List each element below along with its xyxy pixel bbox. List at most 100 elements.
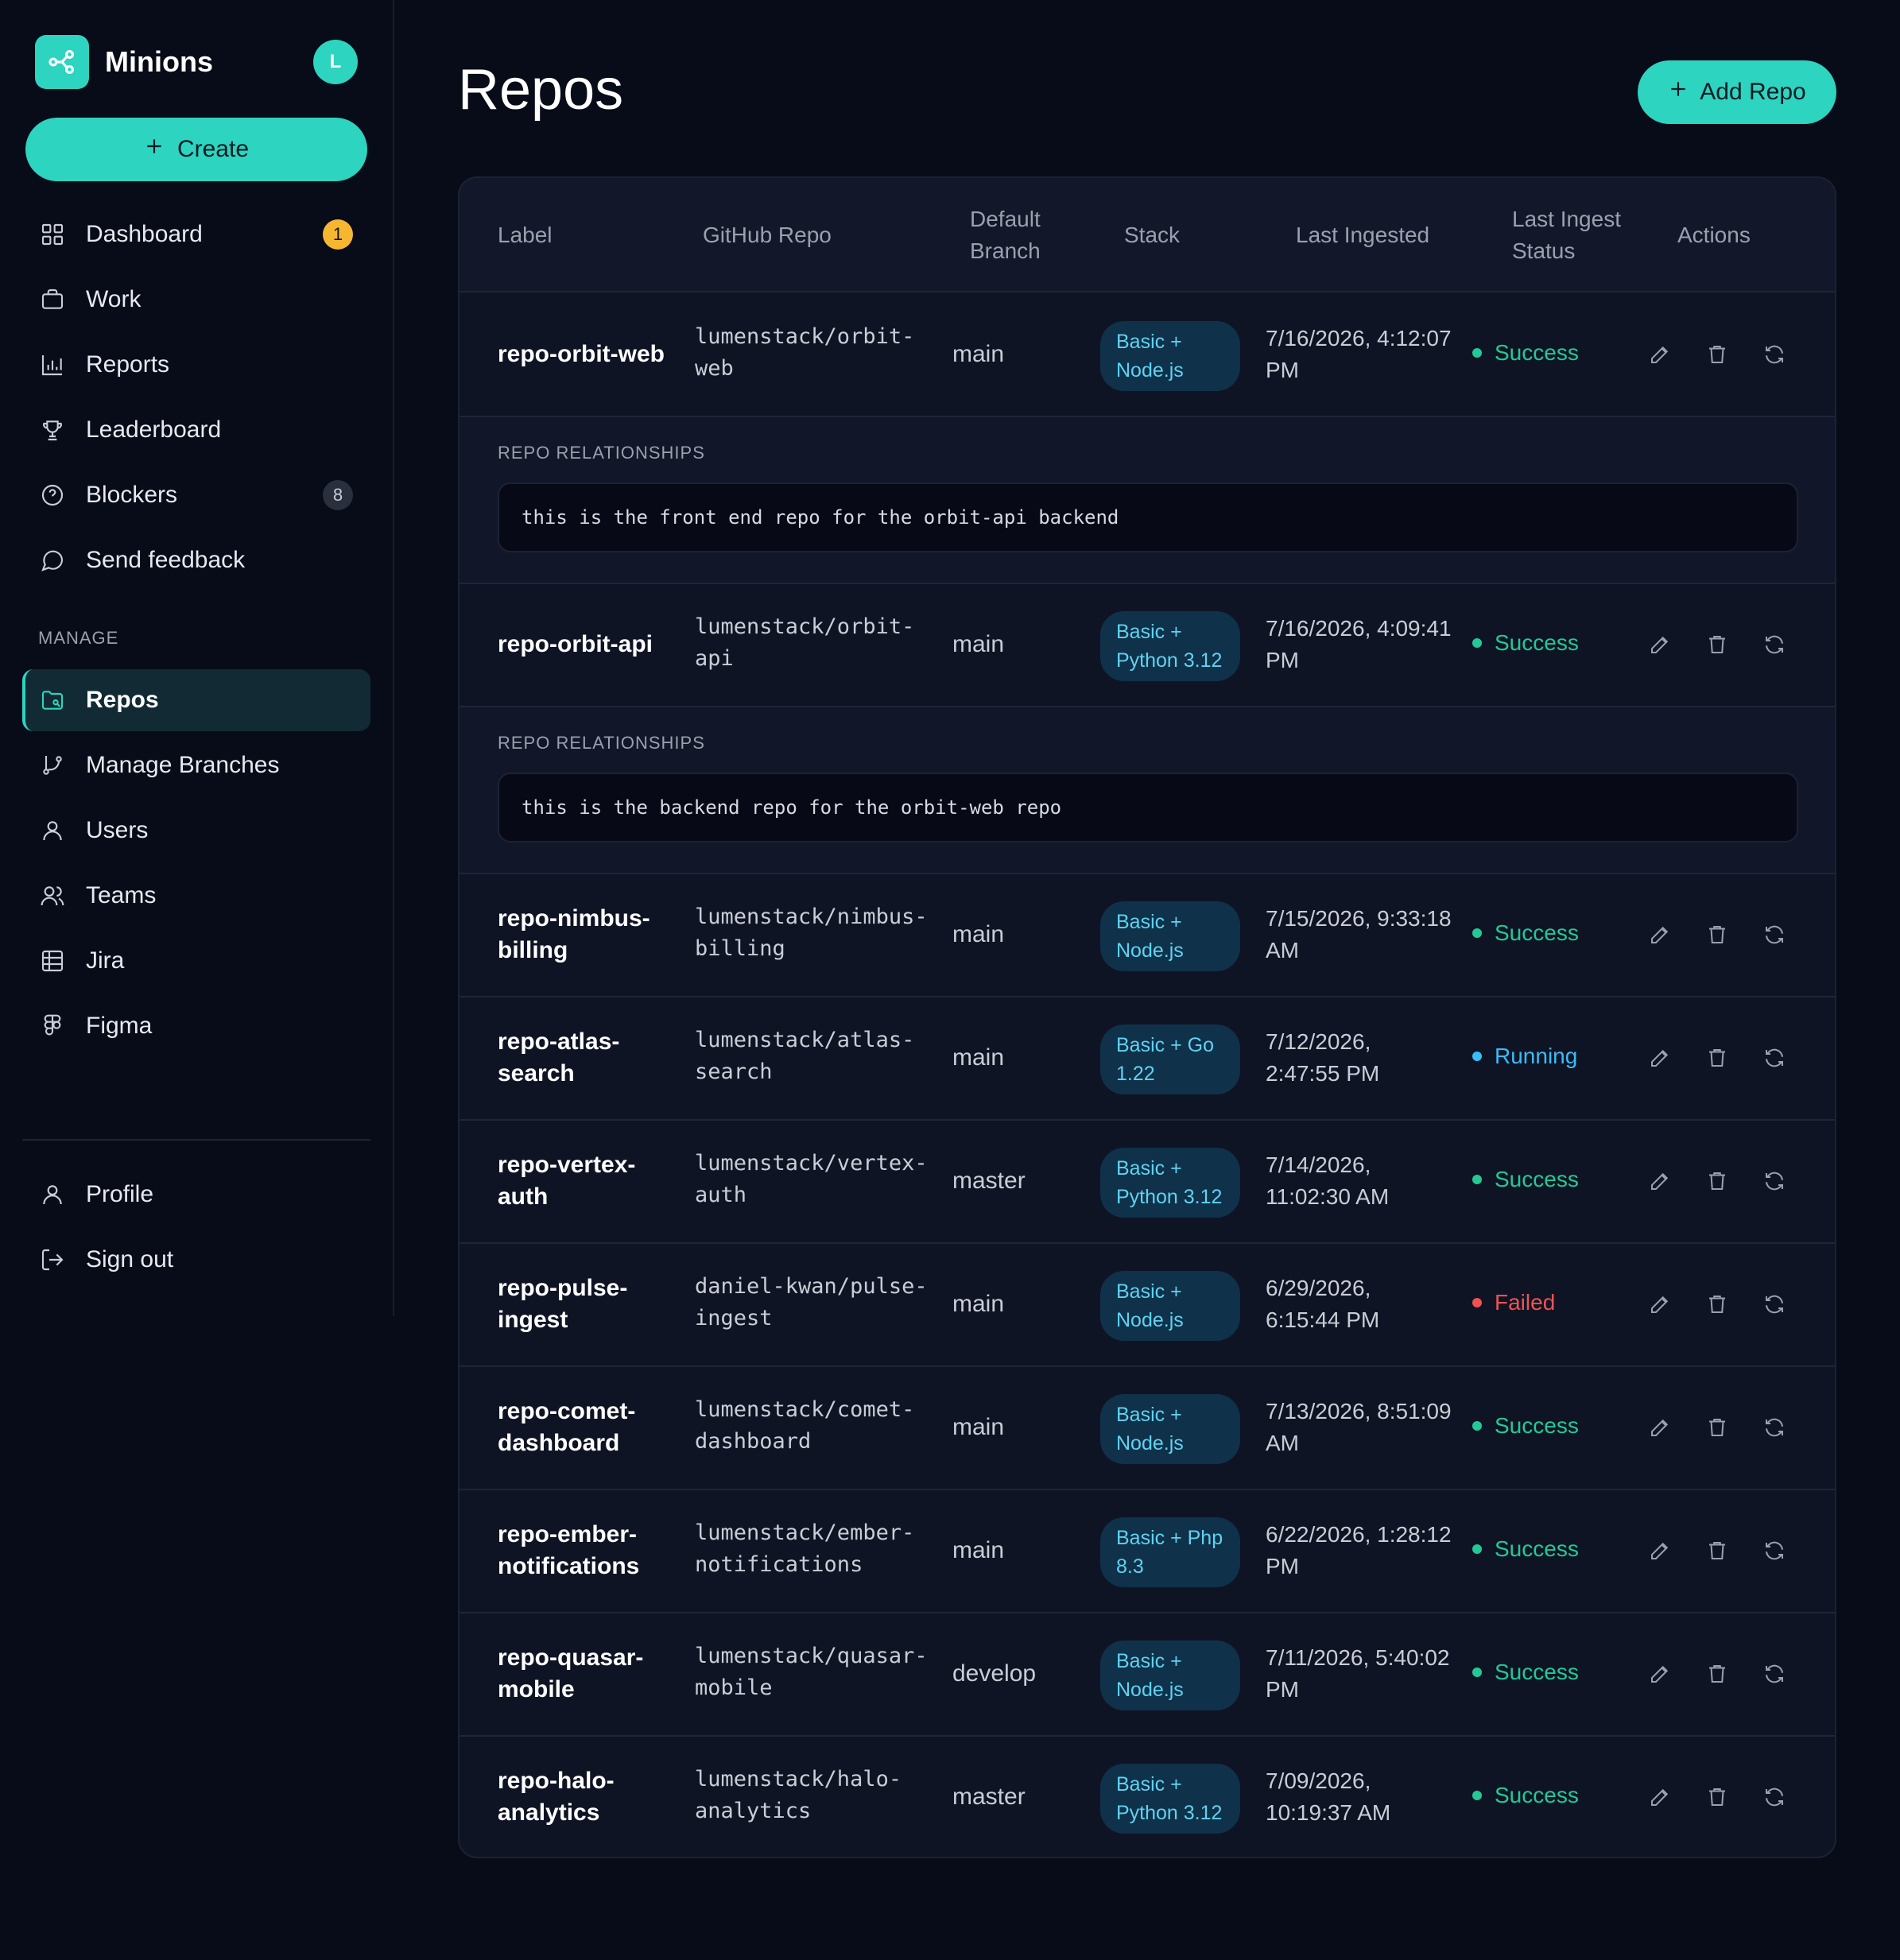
trash-icon[interactable]: [1703, 630, 1731, 659]
github-repo[interactable]: lumenstack/orbit-web: [695, 321, 933, 385]
github-repo[interactable]: lumenstack/halo-analytics: [695, 1764, 933, 1827]
edit-icon[interactable]: [1646, 1044, 1674, 1072]
table-row: repo-nimbus-billing lumenstack/nimbus-bil…: [459, 874, 1835, 997]
repo-label[interactable]: repo-ember-notifications: [498, 1519, 681, 1582]
col-github-repo[interactable]: GitHub Repo: [703, 219, 832, 251]
col-last-ingest-status-1[interactable]: Last Ingest: [1512, 203, 1621, 235]
repo-label[interactable]: repo-vertex-auth: [498, 1149, 681, 1213]
repo-label[interactable]: repo-halo-analytics: [498, 1765, 681, 1829]
edit-icon[interactable]: [1646, 1783, 1674, 1811]
col-stack[interactable]: Stack: [1124, 219, 1180, 251]
brand[interactable]: Minions: [35, 35, 213, 89]
status-text: Success: [1495, 1536, 1579, 1561]
github-repo-line: lumenstack/nimbus-: [695, 904, 928, 929]
nav-teams[interactable]: Teams: [22, 865, 370, 927]
nav-blockers[interactable]: Blockers 8: [22, 464, 370, 526]
refresh-icon[interactable]: [1760, 630, 1789, 659]
status-dot: [1472, 1175, 1482, 1184]
repo-label[interactable]: repo-quasar-mobile: [498, 1642, 681, 1706]
nav-jira[interactable]: Jira: [22, 930, 370, 992]
date-line: PM: [1266, 648, 1299, 672]
repo-label[interactable]: repo-orbit-web: [498, 339, 681, 370]
nav-label: Manage Branches: [86, 752, 280, 778]
create-label: Create: [176, 136, 250, 162]
refresh-icon[interactable]: [1760, 1413, 1789, 1442]
repo-label[interactable]: repo-nimbus-billing: [498, 903, 681, 966]
repo-label[interactable]: repo-comet-dashboard: [498, 1396, 681, 1459]
date-line: 7/14/2026,: [1266, 1152, 1371, 1177]
refresh-icon[interactable]: [1760, 1783, 1789, 1811]
github-repo[interactable]: lumenstack/comet-dashboard: [695, 1394, 933, 1458]
table-row: repo-ember-notifications lumenstack/ember…: [459, 1490, 1835, 1613]
col-last-ingest-status-2[interactable]: Status: [1512, 235, 1575, 267]
stack-pill: Basic + Node.js: [1100, 1394, 1240, 1464]
github-repo[interactable]: lumenstack/atlas-search: [695, 1025, 933, 1088]
relationship-text[interactable]: this is the front end repo for the orbit…: [498, 482, 1798, 552]
trash-icon[interactable]: [1703, 1290, 1731, 1319]
refresh-icon[interactable]: [1760, 340, 1789, 369]
refresh-icon[interactable]: [1760, 1290, 1789, 1319]
nav-label: Repos: [86, 687, 159, 713]
col-default-branch-2[interactable]: Branch: [970, 235, 1041, 267]
github-repo[interactable]: daniel-kwan/pulse-ingest: [695, 1271, 933, 1334]
trash-icon[interactable]: [1703, 1044, 1731, 1072]
repo-label[interactable]: repo-atlas-search: [498, 1026, 681, 1090]
edit-icon[interactable]: [1646, 1413, 1674, 1442]
repo-relationships: REPO RELATIONSHIPS this is the backend re…: [459, 707, 1835, 874]
refresh-icon[interactable]: [1760, 1536, 1789, 1565]
status-badge: Success: [1472, 920, 1579, 946]
avatar[interactable]: L: [313, 40, 358, 84]
nav-figma[interactable]: Figma: [22, 995, 370, 1057]
repo-label[interactable]: repo-orbit-api: [498, 629, 681, 660]
github-repo-line: search: [695, 1059, 773, 1084]
last-ingested: 7/14/2026, 11:02:30 AM: [1266, 1149, 1460, 1213]
edit-icon[interactable]: [1646, 630, 1674, 659]
nav-repos[interactable]: Repos: [22, 669, 370, 731]
nav-users[interactable]: Users: [22, 800, 370, 862]
col-label[interactable]: Label: [498, 219, 553, 251]
nav-send-feedback[interactable]: Send feedback: [22, 529, 370, 591]
create-button[interactable]: Create: [25, 118, 367, 181]
nav-work[interactable]: Work: [22, 269, 370, 331]
edit-icon[interactable]: [1646, 1536, 1674, 1565]
git-branch-icon: [38, 751, 67, 780]
nav-reports[interactable]: Reports: [22, 334, 370, 396]
edit-icon[interactable]: [1646, 1660, 1674, 1688]
last-ingested: 7/12/2026, 2:47:55 PM: [1266, 1026, 1460, 1090]
github-repo[interactable]: lumenstack/quasar-mobile: [695, 1640, 933, 1704]
nav-dashboard[interactable]: Dashboard 1: [22, 203, 370, 265]
refresh-icon[interactable]: [1760, 1167, 1789, 1195]
trash-icon[interactable]: [1703, 1783, 1731, 1811]
github-repo[interactable]: lumenstack/nimbus-billing: [695, 901, 933, 965]
table-row: repo-comet-dashboard lumenstack/comet-das…: [459, 1367, 1835, 1490]
nav-leaderboard[interactable]: Leaderboard: [22, 399, 370, 461]
add-repo-button[interactable]: Add Repo: [1638, 60, 1836, 124]
stack-line: Basic +: [1116, 1650, 1182, 1672]
nav-sign-out[interactable]: Sign out: [22, 1229, 370, 1291]
repo-label[interactable]: repo-pulse-ingest: [498, 1272, 681, 1336]
trash-icon[interactable]: [1703, 1413, 1731, 1442]
relationships-label: REPO RELATIONSHIPS: [498, 443, 705, 463]
edit-icon[interactable]: [1646, 1290, 1674, 1319]
refresh-icon[interactable]: [1760, 920, 1789, 949]
trash-icon[interactable]: [1703, 1167, 1731, 1195]
edit-icon[interactable]: [1646, 1167, 1674, 1195]
edit-icon[interactable]: [1646, 920, 1674, 949]
relationship-text[interactable]: this is the backend repo for the orbit-w…: [498, 773, 1798, 842]
nav-manage-branches[interactable]: Manage Branches: [22, 734, 370, 796]
col-default-branch-1[interactable]: Default: [970, 203, 1041, 235]
github-repo[interactable]: lumenstack/orbit-api: [695, 611, 933, 675]
trash-icon[interactable]: [1703, 920, 1731, 949]
trash-icon[interactable]: [1703, 340, 1731, 369]
trash-icon[interactable]: [1703, 1536, 1731, 1565]
stack-line: Basic +: [1116, 331, 1182, 353]
edit-icon[interactable]: [1646, 340, 1674, 369]
github-repo[interactable]: lumenstack/ember-notifications: [695, 1517, 933, 1581]
refresh-icon[interactable]: [1760, 1660, 1789, 1688]
trash-icon[interactable]: [1703, 1660, 1731, 1688]
repo-label-line: search: [498, 1060, 575, 1087]
github-repo[interactable]: lumenstack/vertex-auth: [695, 1148, 933, 1211]
col-last-ingested[interactable]: Last Ingested: [1296, 219, 1429, 251]
nav-profile[interactable]: Profile: [22, 1164, 370, 1226]
refresh-icon[interactable]: [1760, 1044, 1789, 1072]
